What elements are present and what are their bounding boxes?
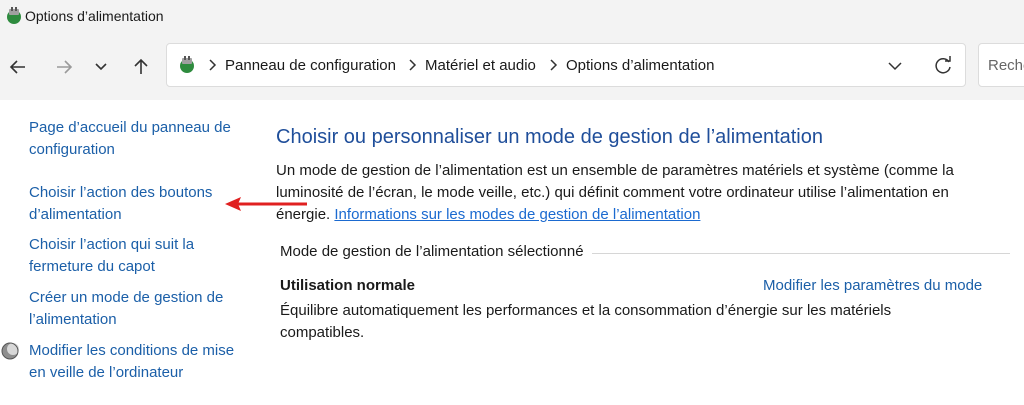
chevron-down-icon[interactable] [885,57,905,75]
sidebar-item-power-buttons[interactable]: Choisir l’action des boutons d’alimentat… [29,182,244,226]
forward-arrow-icon [57,60,73,74]
navigation-bar: Panneau de configuration Matériel et aud… [0,34,1024,100]
change-plan-settings-link[interactable]: Modifier les paramètres du mode [763,277,982,294]
back-arrow-icon [9,60,25,74]
sidebar-item-lid-close[interactable]: Choisir l’action qui suit la fermeture d… [29,234,244,278]
page-title: Choisir ou personnaliser un mode de gest… [276,126,823,148]
chevron-right-icon [550,59,558,71]
breadcrumb-hardware-audio[interactable]: Matériel et audio [425,57,536,74]
page-description: Un mode de gestion de l’alimentation est… [276,160,996,226]
power-options-icon [7,7,21,24]
up-arrow-icon [134,58,148,74]
search-box[interactable]: Reche [978,43,1024,87]
chevron-right-icon [209,59,217,71]
chevron-right-icon [409,59,417,71]
refresh-icon[interactable] [932,55,954,77]
recent-locations-button[interactable] [88,54,114,80]
search-placeholder: Reche [988,57,1024,74]
sidebar-item-control-panel-home[interactable]: Page d’accueil du panneau de configurati… [29,117,244,161]
title-bar: Options d’alimentation [0,0,1024,34]
back-button[interactable] [5,54,31,80]
section-heading: Mode de gestion de l’alimentation sélect… [280,243,592,260]
up-button[interactable] [128,54,154,80]
window-title: Options d’alimentation [25,8,164,24]
breadcrumb-control-panel[interactable]: Panneau de configuration [225,57,396,74]
plan-name: Utilisation normale [280,277,416,294]
sidebar-item-create-plan[interactable]: Créer un mode de gestion de l’alimentati… [29,287,244,331]
moon-icon [1,342,19,360]
info-link[interactable]: Informations sur les modes de gestion de… [334,206,700,223]
plan-description: Équilibre automatiquement les performanc… [280,302,892,341]
power-options-icon [180,56,194,73]
breadcrumb-power-options[interactable]: Options d’alimentation [566,57,714,74]
recent-dropdown-icon [95,63,107,71]
address-bar[interactable]: Panneau de configuration Matériel et aud… [166,43,966,87]
sidebar-item-sleep-settings[interactable]: Modifier les conditions de mise en veill… [29,340,244,384]
forward-button[interactable] [51,54,77,80]
